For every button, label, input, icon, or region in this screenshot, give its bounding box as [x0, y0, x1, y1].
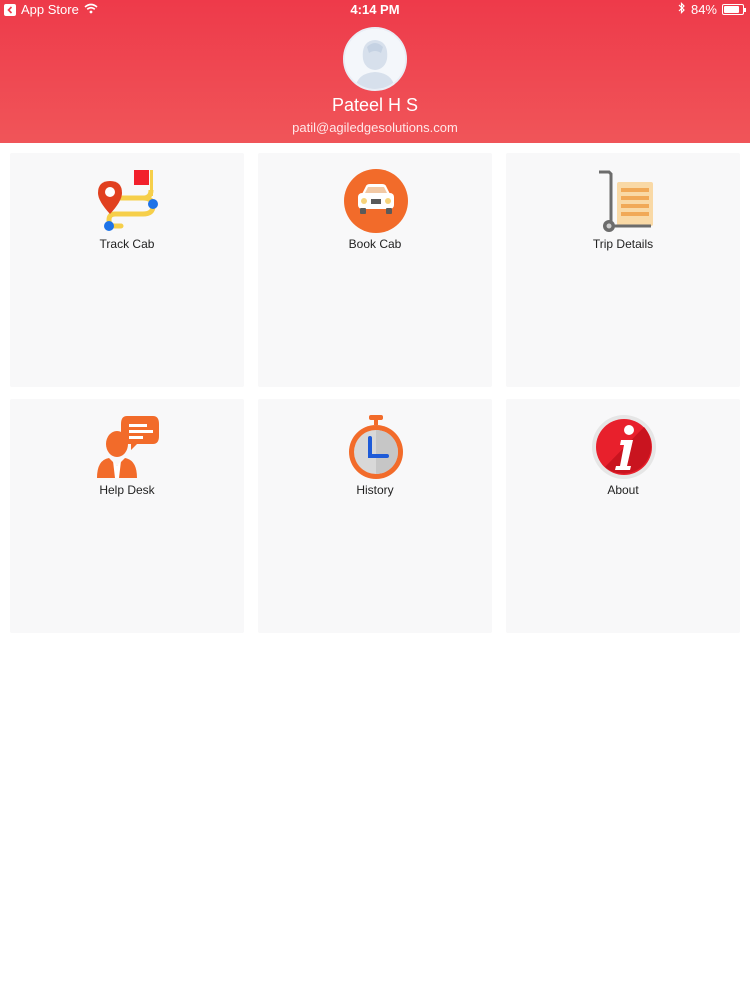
menu-tile-history[interactable]: History	[258, 399, 492, 633]
battery-percent: 84%	[690, 2, 717, 17]
menu-tile-about[interactable]: About	[506, 399, 740, 633]
menu-tile-trip-details[interactable]: Trip Details	[506, 153, 740, 387]
status-time: 4:14 PM	[350, 2, 400, 17]
trolley-icon	[599, 170, 653, 232]
battery-fill	[724, 6, 740, 13]
menu-tile-help-desk[interactable]: Help Desk	[10, 399, 244, 633]
menu-tile-book-cab[interactable]: Book Cab	[258, 153, 492, 387]
menu-label: History	[356, 483, 394, 497]
battery-icon	[722, 4, 746, 15]
profile-header: App Store 4:14 PM 84% Pateel H S patil@a…	[0, 0, 750, 143]
info-icon	[592, 415, 656, 479]
car-icon	[344, 169, 408, 233]
menu-label: Book Cab	[348, 237, 402, 251]
menu-label: Track Cab	[99, 237, 155, 251]
support-chat-icon	[97, 416, 159, 478]
status-bar: App Store 4:14 PM 84%	[0, 0, 750, 20]
menu-label: Trip Details	[592, 237, 654, 251]
avatar[interactable]	[343, 27, 407, 91]
map-route-icon	[98, 170, 158, 231]
bluetooth-icon	[678, 2, 686, 17]
status-right: 84%	[678, 2, 746, 17]
user-name: Pateel H S	[331, 95, 419, 115]
menu-label: About	[607, 483, 639, 497]
user-email: patil@agiledgesolutions.com	[292, 120, 458, 135]
user-silhouette-icon	[345, 29, 405, 89]
stopwatch-icon	[349, 415, 403, 479]
menu-label: Help Desk	[99, 483, 155, 497]
menu-tile-track-cab[interactable]: Track Cab	[10, 153, 244, 387]
